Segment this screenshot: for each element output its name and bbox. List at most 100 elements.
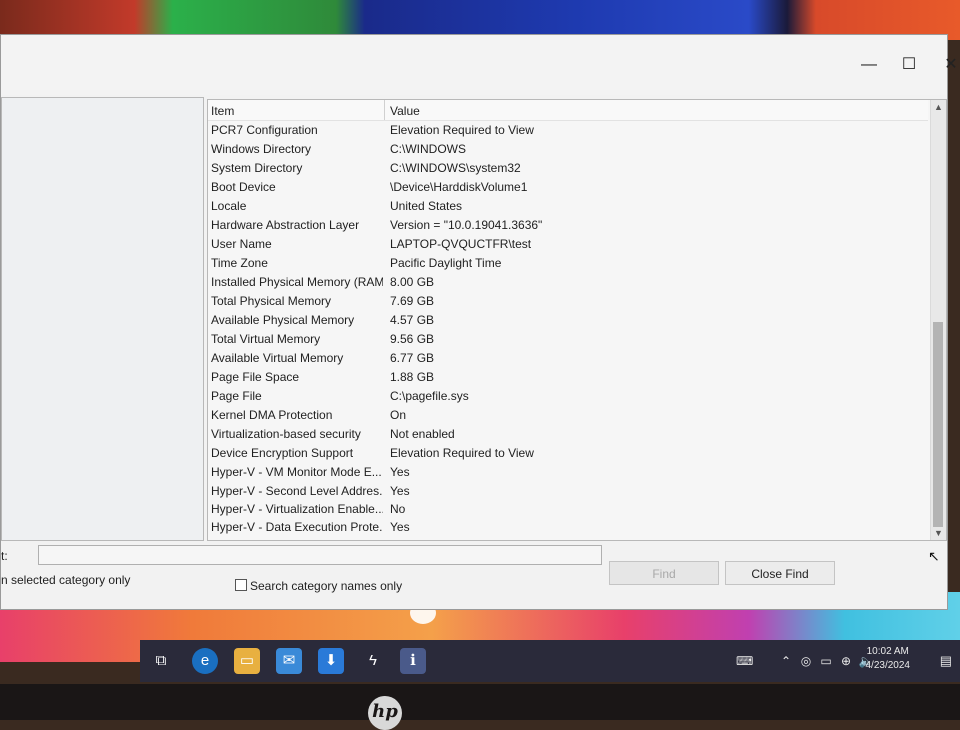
- row-value: \Device\HarddiskVolume1: [390, 180, 528, 194]
- show-hidden-icons-icon[interactable]: ⌃: [778, 653, 794, 669]
- table-row[interactable]: PCR7 Configuration Elevation Required to …: [208, 121, 928, 140]
- search-category-names-checkbox[interactable]: [235, 579, 247, 591]
- row-value: 4.57 GB: [390, 313, 435, 327]
- touch-keyboard-icon[interactable]: ⌨: [736, 653, 753, 669]
- scroll-down-icon[interactable]: ▼: [933, 528, 944, 539]
- clock-date: 4/23/2024: [865, 660, 911, 671]
- row-value: Elevation Required to View: [390, 123, 534, 137]
- row-value: Elevation Required to View: [390, 446, 534, 460]
- search-category-names-option[interactable]: Search category names only: [235, 579, 402, 593]
- row-value: Yes: [390, 484, 410, 498]
- table-row[interactable]: Installed Physical Memory (RAM) 8.00 GB: [208, 273, 928, 292]
- edge-browser-icon[interactable]: e: [192, 648, 218, 674]
- mouse-cursor-icon: ↖: [928, 548, 940, 564]
- column-divider[interactable]: [384, 100, 385, 120]
- row-item: System Directory: [211, 161, 303, 175]
- row-value: 8.00 GB: [390, 275, 435, 289]
- table-row[interactable]: Time Zone Pacific Daylight Time: [208, 254, 928, 273]
- minimize-button[interactable]: —: [855, 55, 883, 75]
- row-value: LAPTOP-QVQUCTFR\test: [390, 237, 532, 251]
- close-find-button[interactable]: Close Find: [725, 561, 835, 585]
- system-information-window: — ☐ ✕ Item Value PCR7 Configuration Eleva…: [0, 34, 958, 610]
- row-value: 9.56 GB: [390, 332, 435, 346]
- category-tree-pane[interactable]: [1, 97, 204, 541]
- mail-icon[interactable]: ✉: [276, 648, 302, 674]
- row-value: C:\WINDOWS\system32: [390, 161, 521, 175]
- table-row[interactable]: Available Physical Memory 4.57 GB: [208, 311, 928, 330]
- row-item: Windows Directory: [211, 142, 312, 156]
- scrollbar-thumb[interactable]: [933, 322, 943, 527]
- row-item: Available Physical Memory: [211, 313, 355, 327]
- table-row[interactable]: Device Encryption Support Elevation Requi…: [208, 444, 928, 463]
- table-row[interactable]: Kernel DMA Protection On: [208, 406, 928, 425]
- clock[interactable]: 10:02 AM 4/23/2024: [866, 645, 911, 673]
- find-what-label: t:: [1, 549, 8, 563]
- table-row[interactable]: Hyper-V - Second Level Addres... Yes: [208, 482, 928, 501]
- row-value: 1.88 GB: [390, 370, 435, 384]
- table-row[interactable]: Total Physical Memory 7.69 GB: [208, 292, 928, 311]
- find-button[interactable]: Find: [609, 561, 719, 585]
- row-item: Page File Space: [211, 370, 300, 384]
- find-what-input[interactable]: [38, 545, 602, 565]
- row-value: Yes: [390, 520, 410, 534]
- store-icon[interactable]: ⬇: [318, 648, 344, 674]
- row-item: Locale: [211, 199, 247, 213]
- laptop-bezel: [0, 684, 960, 720]
- row-value: Not enabled: [390, 427, 455, 441]
- title-bar: — ☐ ✕: [1, 35, 958, 95]
- row-item: Time Zone: [211, 256, 268, 270]
- notifications-icon[interactable]: ▤: [940, 653, 952, 669]
- table-row[interactable]: Hyper-V - VM Monitor Mode E... Yes: [208, 463, 928, 482]
- column-header-item[interactable]: Item: [211, 104, 234, 118]
- maximize-button[interactable]: ☐: [895, 55, 923, 75]
- row-item: Hyper-V - VM Monitor Mode E...: [211, 465, 382, 479]
- camera-icon[interactable]: ◎: [798, 653, 814, 669]
- row-value: 6.77 GB: [390, 351, 435, 365]
- row-item: Available Virtual Memory: [211, 351, 344, 365]
- table-row[interactable]: System Directory C:\WINDOWS\system32: [208, 159, 928, 178]
- list-header: Item Value: [208, 100, 928, 121]
- table-row[interactable]: Windows Directory C:\WINDOWS: [208, 140, 928, 159]
- vertical-scrollbar[interactable]: ▲ ▼: [930, 100, 946, 540]
- clock-time: 10:02 AM: [866, 646, 909, 657]
- table-row[interactable]: Boot Device \Device\HarddiskVolume1: [208, 178, 928, 197]
- row-item: Total Virtual Memory: [211, 332, 321, 346]
- search-selected-category-label: n selected category only: [1, 573, 131, 587]
- find-bar: t: Find Close Find n selected category o…: [1, 541, 947, 609]
- taskbar: ⧉ e ▭ ✉ ⬇ ϟ ℹ ⌨ ⌃ ◎ ▭ ⊕ 🔈 10:02 AM 4/23/…: [140, 640, 960, 682]
- table-row[interactable]: Page File C:\pagefile.sys: [208, 387, 928, 406]
- battery-icon[interactable]: ▭: [818, 653, 834, 669]
- table-row[interactable]: Hardware Abstraction Layer Version = "10.…: [208, 216, 928, 235]
- details-list[interactable]: Item Value PCR7 Configuration Elevation R…: [207, 99, 947, 541]
- app-lightning-icon[interactable]: ϟ: [360, 648, 386, 674]
- table-row[interactable]: Hyper-V - Virtualization Enable... No: [208, 500, 928, 519]
- task-view-icon[interactable]: ⧉: [148, 648, 174, 674]
- scroll-up-icon[interactable]: ▲: [933, 102, 944, 113]
- row-value: No: [390, 502, 406, 516]
- table-row[interactable]: User Name LAPTOP-QVQUCTFR\test: [208, 235, 928, 254]
- row-item: User Name: [211, 237, 272, 251]
- row-item: Kernel DMA Protection: [211, 408, 333, 422]
- file-explorer-icon[interactable]: ▭: [234, 648, 260, 674]
- network-icon[interactable]: ⊕: [838, 653, 854, 669]
- table-row[interactable]: Page File Space 1.88 GB: [208, 368, 928, 387]
- table-row[interactable]: Locale United States: [208, 197, 928, 216]
- search-category-names-label: Search category names only: [250, 579, 403, 593]
- row-item: Boot Device: [211, 180, 276, 194]
- table-row[interactable]: Total Virtual Memory 9.56 GB: [208, 330, 928, 349]
- row-value: Version = "10.0.19041.3636": [390, 218, 543, 232]
- row-item: Hardware Abstraction Layer: [211, 218, 360, 232]
- column-header-value[interactable]: Value: [390, 104, 420, 118]
- hp-logo-icon: hp: [368, 696, 402, 730]
- row-item: Virtualization-based security: [211, 427, 361, 441]
- row-item: Total Physical Memory: [211, 294, 332, 308]
- row-item: Device Encryption Support: [211, 446, 354, 460]
- row-item: Hyper-V - Virtualization Enable...: [211, 502, 383, 516]
- system-information-taskbar-icon[interactable]: ℹ: [400, 648, 426, 674]
- search-selected-category-option[interactable]: n selected category only: [1, 573, 130, 587]
- row-value: Yes: [390, 465, 410, 479]
- table-row[interactable]: Virtualization-based security Not enabled: [208, 425, 928, 444]
- close-button[interactable]: ✕: [937, 55, 960, 75]
- table-row[interactable]: Available Virtual Memory 6.77 GB: [208, 349, 928, 368]
- table-row[interactable]: Hyper-V - Data Execution Prote... Yes: [208, 518, 928, 537]
